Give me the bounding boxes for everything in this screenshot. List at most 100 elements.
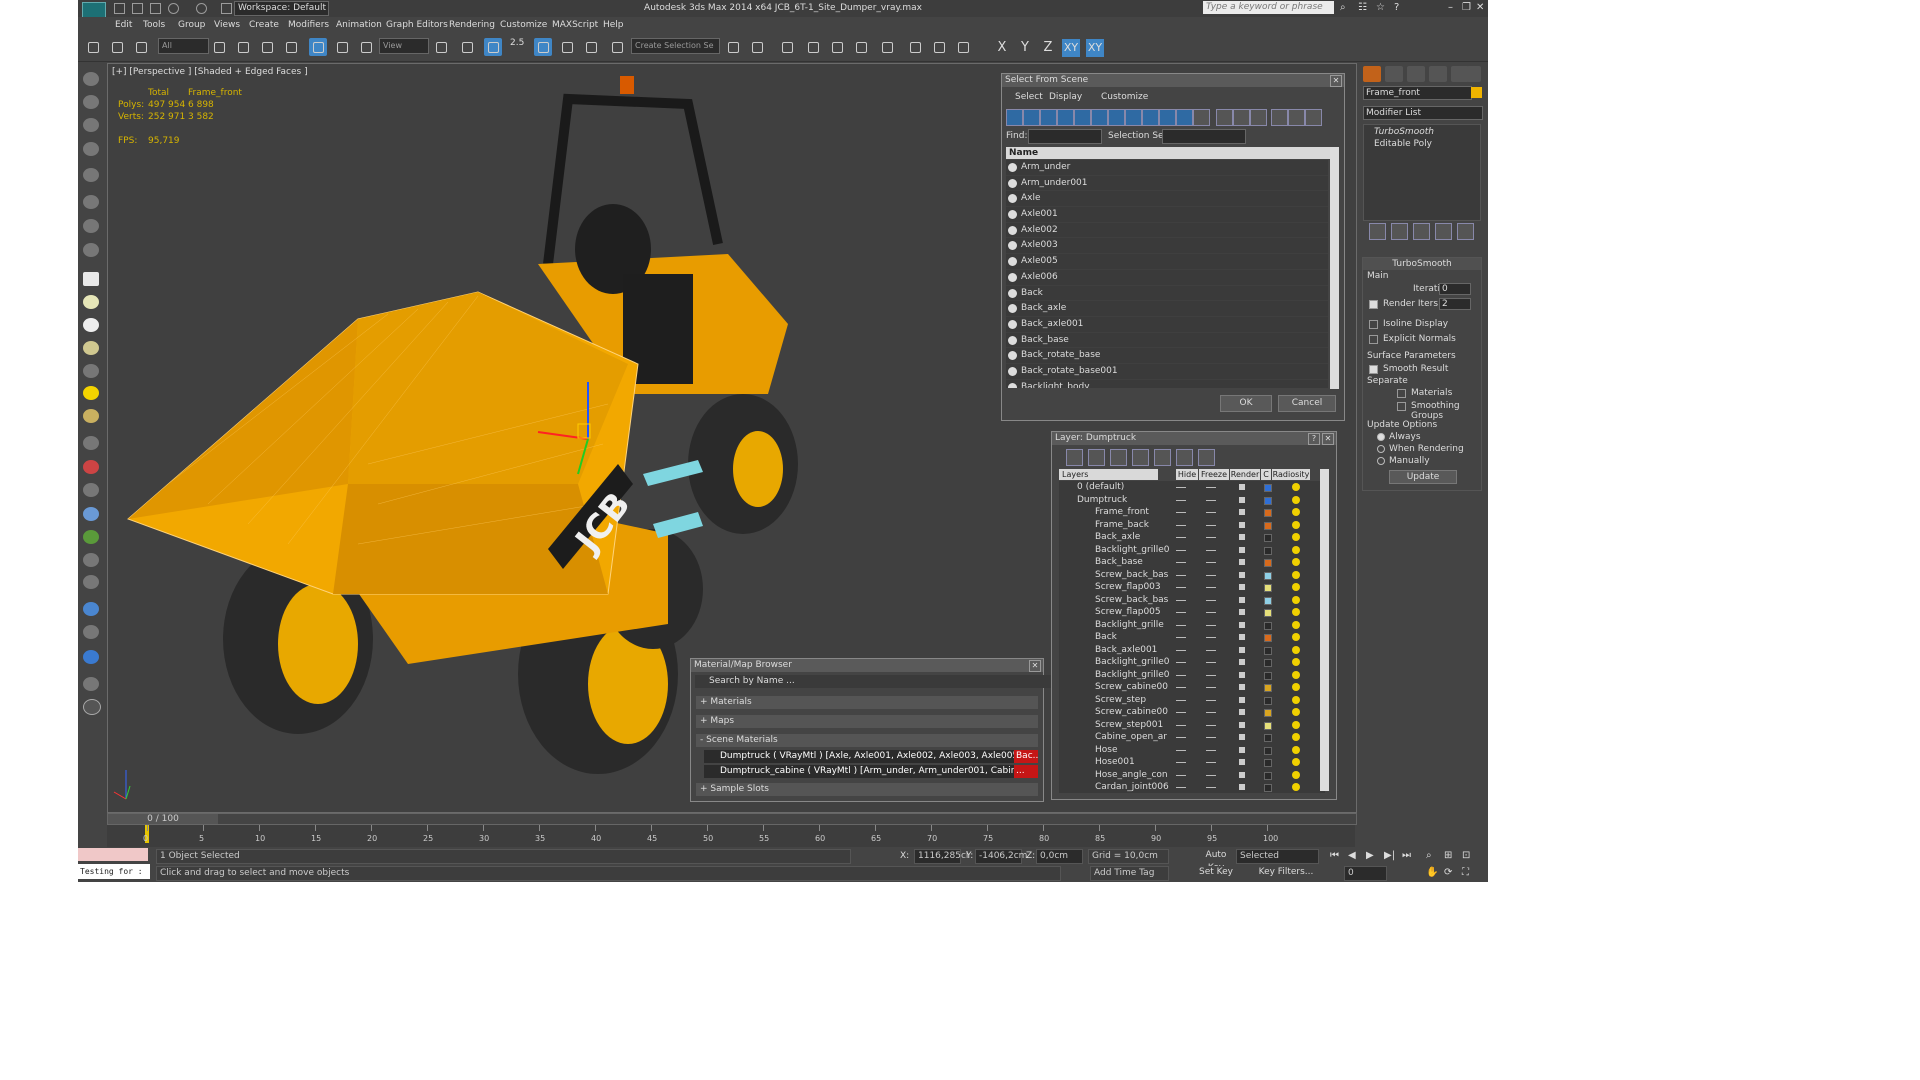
render-toggle-icon[interactable] [1239, 659, 1245, 665]
hide-toggle[interactable] [1176, 499, 1186, 501]
filter-icon[interactable] [1271, 109, 1288, 126]
rectangular-selection-icon[interactable] [258, 38, 276, 56]
axis-xy-cycle-button[interactable]: XY [1086, 39, 1104, 57]
display-shapes-icon[interactable] [1023, 109, 1040, 126]
render-toggle-icon[interactable] [1239, 709, 1245, 715]
radiosity-bulb-icon[interactable] [1292, 570, 1300, 579]
freeze-toggle[interactable] [1206, 562, 1216, 563]
show-end-result-icon[interactable] [1391, 223, 1408, 240]
menu-customize[interactable]: Customize [500, 20, 547, 30]
key-mode-dropdown[interactable]: Selected [1236, 849, 1319, 864]
layer-color-swatch[interactable] [1264, 596, 1272, 605]
layer-color-swatch[interactable] [1264, 771, 1272, 780]
list-item[interactable]: Axle001 [1006, 207, 1328, 223]
utilities-tab-icon[interactable] [1467, 66, 1481, 82]
layer-row[interactable]: Back_axle001 [1059, 644, 1325, 657]
freeze-toggle[interactable] [1206, 674, 1216, 676]
scene-materials-group[interactable]: - Scene Materials [696, 734, 1038, 747]
update-when-rendering-radio[interactable] [1377, 445, 1385, 453]
hand-icon[interactable] [83, 553, 99, 567]
render-toggle-icon[interactable] [1239, 496, 1245, 503]
x-coordinate-field[interactable]: 1116,285cl [914, 849, 968, 864]
list-item[interactable]: Back_axle [1006, 301, 1328, 317]
layer-color-swatch[interactable] [1264, 496, 1272, 505]
render-toggle-icon[interactable] [1239, 596, 1245, 603]
selection-set-dropdown[interactable] [1162, 129, 1246, 144]
radiosity-bulb-icon[interactable] [1292, 645, 1300, 654]
layer-manager-icon[interactable] [778, 38, 796, 56]
freeze-toggle[interactable] [1206, 624, 1216, 626]
subscription-icon[interactable]: ☷ [1358, 2, 1367, 13]
axis-y-button[interactable]: Y [1016, 39, 1034, 57]
layer-color-swatch[interactable] [1264, 684, 1272, 692]
layer-color-swatch[interactable] [1264, 621, 1272, 630]
curve-editor-icon[interactable] [828, 38, 846, 56]
hide-toggle[interactable] [1176, 549, 1186, 551]
layer-row[interactable]: Screw_back_bas [1059, 594, 1325, 607]
axis-xy-button[interactable]: XY [1062, 39, 1080, 57]
layer-color-swatch[interactable] [1264, 709, 1272, 717]
material-search-input[interactable]: Search by Name ... [695, 675, 1051, 688]
batch-icon[interactable] [83, 625, 99, 639]
freeze-toggle[interactable] [1206, 587, 1216, 588]
layer-color-swatch[interactable] [1264, 746, 1272, 755]
maps-group[interactable]: + Maps [696, 715, 1038, 728]
layer-row[interactable]: Screw_step001 [1059, 719, 1325, 732]
select-all-icon[interactable] [1216, 109, 1233, 126]
layer-color-swatch[interactable] [1264, 659, 1272, 667]
layer-color-swatch[interactable] [1264, 646, 1272, 655]
hide-toggle[interactable] [1176, 724, 1186, 726]
dummy-icon[interactable] [83, 243, 99, 257]
material-item[interactable]: Dumptruck ( VRayMtl ) [Axle, Axle001, Ax… [704, 750, 1038, 763]
foliage-icon[interactable] [83, 530, 99, 544]
select-from-scene-titlebar[interactable]: Select From Scene ✕ [1002, 74, 1344, 87]
layer-color-swatch[interactable] [1264, 759, 1272, 767]
display-containers-icon[interactable] [1159, 109, 1176, 126]
layer-row[interactable]: Screw_cabine00 [1059, 681, 1325, 694]
layer-row[interactable]: Screw_flap005 [1059, 606, 1325, 619]
render-toggle-icon[interactable] [1239, 759, 1245, 765]
cancel-button[interactable]: Cancel [1278, 395, 1336, 412]
layer-color-swatch[interactable] [1264, 634, 1272, 642]
update-always-radio[interactable] [1377, 433, 1385, 441]
maxscript-listener-input[interactable]: Testing for : [78, 864, 150, 879]
radiosity-bulb-icon[interactable] [1292, 633, 1300, 641]
render-toggle-icon[interactable] [1239, 521, 1245, 528]
particles-icon[interactable] [83, 436, 99, 450]
edit-named-selection-icon[interactable] [608, 38, 626, 56]
display-groups-icon[interactable] [1108, 109, 1125, 126]
binoculars-icon[interactable]: ⌕ [1340, 2, 1346, 13]
close-icon[interactable]: ✕ [1330, 75, 1342, 87]
sfs-menu-customize[interactable]: Customize [1101, 92, 1148, 102]
explicit-normals-checkbox[interactable] [1369, 335, 1378, 344]
go-to-start-icon[interactable]: ⏮ [1330, 850, 1339, 861]
selection-filter-dropdown[interactable]: All [158, 38, 209, 54]
list-item[interactable]: Axle [1006, 191, 1328, 208]
sfs-scrollbar[interactable] [1330, 147, 1339, 389]
scene-explorer-icon[interactable] [83, 118, 99, 132]
render-toggle-icon[interactable] [1239, 621, 1245, 628]
bones-icon[interactable] [83, 575, 99, 589]
render-toggle-icon[interactable] [1239, 634, 1245, 640]
select-object-icon[interactable] [210, 38, 228, 56]
invert-selection-icon[interactable] [1250, 109, 1267, 126]
layer-color-swatch[interactable] [1264, 571, 1272, 580]
hide-toggle[interactable] [1176, 637, 1186, 638]
render-toggle-icon[interactable] [1239, 646, 1245, 653]
radiosity-bulb-icon[interactable] [1292, 533, 1300, 541]
tape-icon[interactable] [83, 219, 99, 233]
render-toggle-icon[interactable] [1239, 734, 1245, 740]
list-item[interactable]: Back_base [1006, 333, 1328, 349]
color-column-header[interactable]: C [1261, 469, 1271, 480]
delete-layer-icon[interactable] [1088, 449, 1105, 466]
rendered-frame-icon[interactable] [930, 38, 948, 56]
teapot-blue-icon[interactable] [83, 650, 99, 664]
find-input[interactable] [1028, 129, 1102, 144]
menu-graph-editors[interactable]: Graph Editors [386, 20, 448, 30]
render-toggle-icon[interactable] [1239, 534, 1245, 540]
render-sphere-icon[interactable] [83, 602, 99, 616]
minimize-icon[interactable]: – [1448, 2, 1453, 13]
layer-row[interactable]: Back_base [1059, 556, 1325, 569]
hide-toggle[interactable] [1176, 574, 1186, 576]
create-teapot-icon[interactable] [83, 72, 99, 86]
